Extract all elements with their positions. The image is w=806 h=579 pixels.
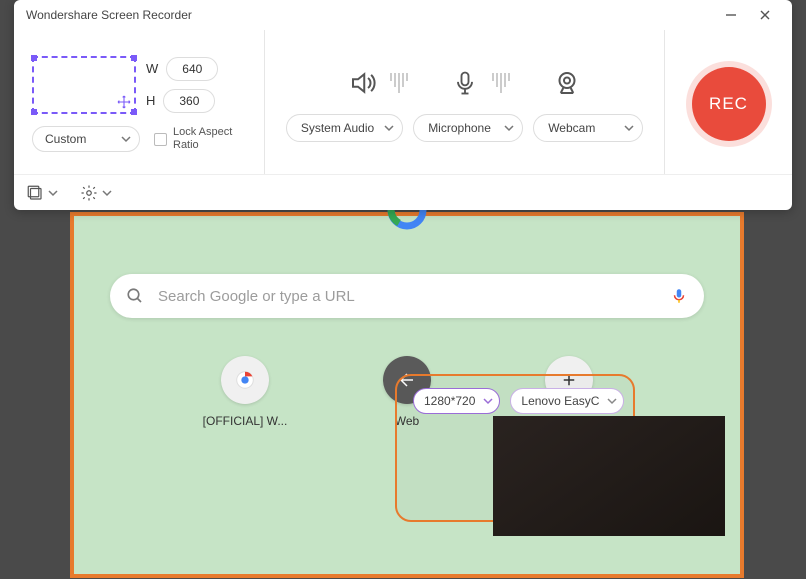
chevron-down-icon: [384, 123, 394, 133]
chevron-down-icon: [121, 134, 131, 144]
microphone-label: Microphone: [428, 121, 491, 135]
checkbox-icon: [154, 133, 167, 146]
chevron-down-icon: [607, 396, 617, 406]
chevron-down-icon: [48, 188, 58, 198]
microphone-select[interactable]: Microphone: [413, 114, 523, 142]
camera-value: Lenovo EasyC: [521, 394, 599, 408]
settings-button[interactable]: [80, 184, 112, 202]
width-label: W: [146, 61, 158, 76]
search-placeholder: Search Google or type a URL: [158, 288, 656, 305]
height-input[interactable]: [163, 89, 215, 113]
titlebar[interactable]: Wondershare Screen Recorder: [14, 0, 792, 30]
webcam-select[interactable]: Webcam: [533, 114, 643, 142]
resolution-select[interactable]: 1280*720 1280*720 800*600 640*480 320*24…: [413, 388, 500, 414]
record-label: REC: [709, 94, 748, 114]
webcam-feed: [493, 416, 725, 536]
search-icon: [126, 287, 144, 305]
recorder-window: Wondershare Screen Recorder W: [14, 0, 792, 210]
capture-preset-select[interactable]: Custom: [32, 126, 140, 152]
system-audio-label: System Audio: [301, 121, 374, 135]
window-title: Wondershare Screen Recorder: [26, 8, 192, 22]
move-icon: [116, 94, 132, 110]
system-audio-select[interactable]: System Audio: [286, 114, 403, 142]
gear-icon: [80, 184, 98, 202]
capture-preset-value: Custom: [45, 132, 86, 146]
chevron-down-icon: [624, 123, 634, 133]
lock-aspect-label: Lock Aspect Ratio: [173, 126, 243, 152]
minimize-button[interactable]: [714, 3, 748, 27]
close-button[interactable]: [748, 3, 782, 27]
screenshot-icon: [26, 184, 44, 202]
shortcut-item[interactable]: [OFFICIAL] W...: [200, 356, 290, 428]
webcam-preview-popup[interactable]: 1280*720 1280*720 800*600 640*480 320*24…: [395, 374, 635, 522]
shortcut-icon: [221, 356, 269, 404]
webcam-label: Webcam: [548, 121, 595, 135]
screenshot-button[interactable]: [26, 184, 58, 202]
search-bar[interactable]: Search Google or type a URL: [110, 274, 704, 318]
lock-aspect-toggle[interactable]: Lock Aspect Ratio: [154, 126, 243, 152]
voice-search-icon[interactable]: [670, 287, 688, 305]
chevron-down-icon: [102, 188, 112, 198]
mic-level-meter: [492, 73, 510, 93]
capture-area-preview[interactable]: [32, 56, 136, 114]
google-logo-partial: [387, 210, 427, 230]
height-label: H: [146, 93, 155, 108]
chevron-down-icon: [483, 396, 493, 406]
resolution-value: 1280*720: [424, 394, 475, 408]
chevron-down-icon: [504, 123, 514, 133]
camera-select[interactable]: Lenovo EasyC: [510, 388, 624, 414]
record-button[interactable]: REC: [692, 67, 766, 141]
webcam-icon[interactable]: [550, 66, 584, 100]
audio-level-meter: [390, 73, 408, 93]
microphone-icon[interactable]: [448, 66, 482, 100]
width-input[interactable]: [166, 57, 218, 81]
speaker-icon[interactable]: [346, 66, 380, 100]
shortcut-label: [OFFICIAL] W...: [203, 414, 288, 428]
